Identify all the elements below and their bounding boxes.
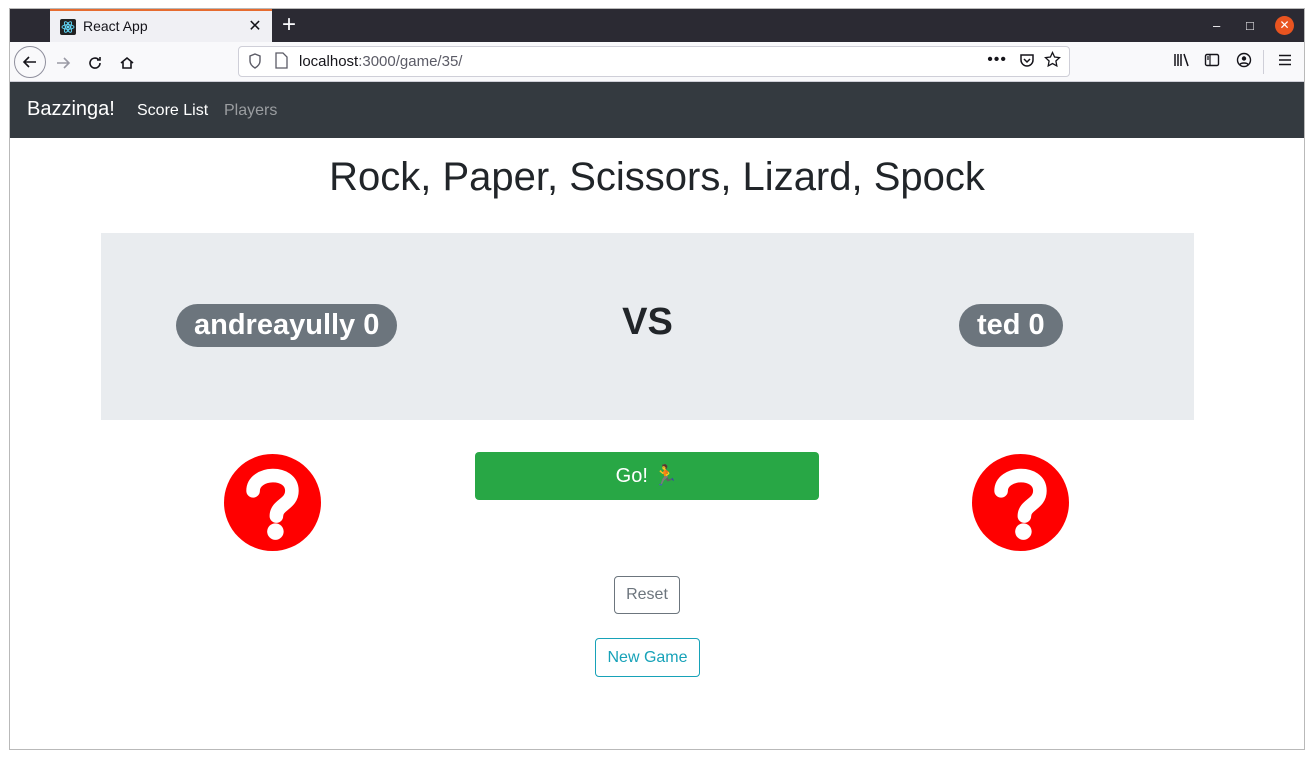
game-title: Rock, Paper, Scissors, Lizard, Spock [329, 155, 985, 199]
tab-close-icon[interactable]: ✕ [246, 16, 264, 36]
tab-title: React App [83, 18, 148, 34]
home-icon [120, 57, 134, 70]
home-button[interactable] [112, 47, 142, 77]
reload-icon [89, 57, 101, 70]
url-bar[interactable]: localhost:3000/game/35/ ••• [238, 46, 1070, 77]
go-button[interactable]: Go! 🏃 [475, 452, 819, 500]
react-favicon-icon [60, 19, 76, 35]
nav-link-score-list[interactable]: Score List [137, 102, 208, 120]
pocket-icon[interactable] [1019, 52, 1035, 68]
nav-link-players[interactable]: Players [224, 102, 277, 120]
player2-question-icon [972, 454, 1069, 551]
bookmark-star-icon[interactable] [1044, 51, 1061, 68]
url-text[interactable]: localhost:3000/game/35/ [299, 53, 462, 70]
menu-icon[interactable] [1277, 52, 1293, 68]
minimize-button[interactable]: – [1213, 18, 1220, 33]
reload-button[interactable] [80, 47, 110, 77]
brand-link[interactable]: Bazzinga! [27, 98, 115, 121]
player1-question-icon [224, 454, 321, 551]
maximize-button[interactable]: □ [1246, 18, 1254, 33]
window-close-button[interactable]: ✕ [1275, 16, 1294, 35]
toolbar-divider [1263, 50, 1264, 74]
shield-icon [249, 53, 261, 69]
sidebar-icon[interactable] [1204, 52, 1220, 68]
new-tab-button[interactable]: + [282, 11, 296, 39]
url-path: :3000/game/35/ [358, 53, 463, 70]
back-arrow-icon [22, 56, 36, 68]
player2-score-badge: ted 0 [959, 304, 1063, 347]
forward-button[interactable] [48, 47, 78, 77]
account-icon[interactable] [1236, 52, 1252, 68]
forward-arrow-icon [57, 57, 71, 69]
tab-strip-padding [10, 9, 50, 42]
new-game-button[interactable]: New Game [595, 638, 700, 677]
page-actions-icon[interactable]: ••• [987, 51, 1007, 69]
browser-toolbar: localhost:3000/game/35/ ••• [10, 42, 1304, 82]
tab-react-app[interactable]: React App ✕ [50, 9, 272, 42]
scoreboard-panel: andreayully 0 VS ted 0 [101, 233, 1194, 420]
page-icon [275, 52, 288, 69]
app-navbar: Bazzinga! Score List Players [10, 82, 1304, 138]
back-button[interactable] [14, 46, 46, 78]
library-icon[interactable] [1173, 52, 1191, 68]
tab-strip: React App ✕ + – □ ✕ [10, 9, 1304, 42]
reset-button[interactable]: Reset [614, 576, 680, 614]
url-host: localhost [299, 53, 359, 70]
